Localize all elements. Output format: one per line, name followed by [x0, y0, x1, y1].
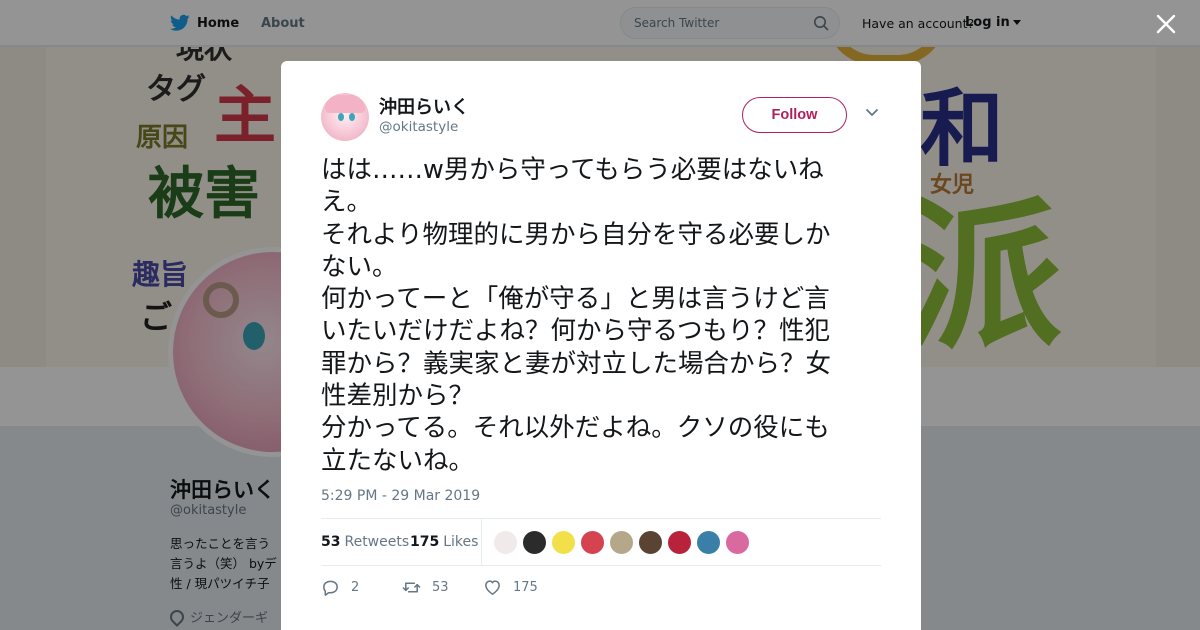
liker-avatar[interactable] [696, 530, 721, 555]
avatar-hair-decoration [325, 95, 365, 113]
liker-avatar[interactable] [522, 530, 547, 555]
chevron-down-icon[interactable] [865, 108, 879, 118]
tweet-text-line: はは……w男から守ってもらう必要はないね [321, 155, 824, 185]
liker-avatar[interactable] [551, 530, 576, 555]
liker-avatar[interactable] [638, 530, 663, 555]
author-handle[interactable]: @okitastyle [379, 119, 458, 135]
likes-stat[interactable]: 175 Likes [410, 534, 478, 550]
like-count: 175 [513, 580, 538, 595]
reply-icon [323, 580, 338, 596]
heart-icon [485, 580, 500, 595]
likes-count: 175 [410, 534, 440, 550]
tweet-text-line: それより物理的に男から自分を守る必要しか [321, 219, 831, 250]
tweet-text: はは……w男から守ってもらう必要はないね え。 それより物理的に男から自分を守る… [321, 154, 886, 477]
liker-avatar[interactable] [493, 530, 518, 555]
tweet-text-line: 性差別から？ [321, 381, 475, 412]
tweet-text-line: 分かってる。それ以外だよね。クソの役にも [321, 413, 830, 444]
tweet-timestamp[interactable]: 5:29 PM - 29 Mar 2019 [321, 488, 480, 504]
liker-avatar[interactable] [580, 530, 605, 555]
retweets-count: 53 [321, 534, 341, 550]
liker-avatar[interactable] [725, 530, 750, 555]
stats-divider [481, 519, 482, 566]
tweet-stats: 53 Retweets 175 Likes [321, 518, 881, 566]
retweets-label: Retweets [344, 534, 410, 550]
liker-avatar[interactable] [609, 530, 634, 555]
avatar-eye-decoration [338, 113, 344, 121]
close-icon[interactable] [1152, 10, 1180, 38]
tweet-actions: 2 53 175 [321, 576, 881, 600]
avatar-eye-decoration [349, 113, 355, 121]
tweet-text-line: ない。 [321, 251, 398, 282]
tweet-text-line: いたいだけだよね？何から守るつもり？性犯 [321, 316, 830, 347]
likes-label: Likes [443, 534, 479, 550]
tweet-text-line: 罪から？義実家と妻が対立した場合から？女 [321, 348, 832, 379]
author-avatar[interactable] [321, 93, 369, 141]
tweet-text-line: 何かってーと「俺が守る」と男は言うけど言 [321, 284, 830, 315]
retweet-icon [402, 582, 421, 593]
retweets-stat[interactable]: 53 Retweets [321, 534, 409, 550]
retweet-count: 53 [432, 580, 449, 595]
tweet-text-line: え。 [321, 187, 373, 218]
follow-button[interactable]: Follow [742, 97, 847, 133]
reply-count: 2 [351, 580, 360, 595]
tweet-text-line: 立たないね。 [321, 445, 475, 476]
tweet-modal: 沖田らいく @okitastyle Follow はは……w男から守ってもらう必… [281, 61, 921, 630]
author-name[interactable]: 沖田らいく [379, 93, 469, 119]
liker-avatar[interactable] [667, 530, 692, 555]
